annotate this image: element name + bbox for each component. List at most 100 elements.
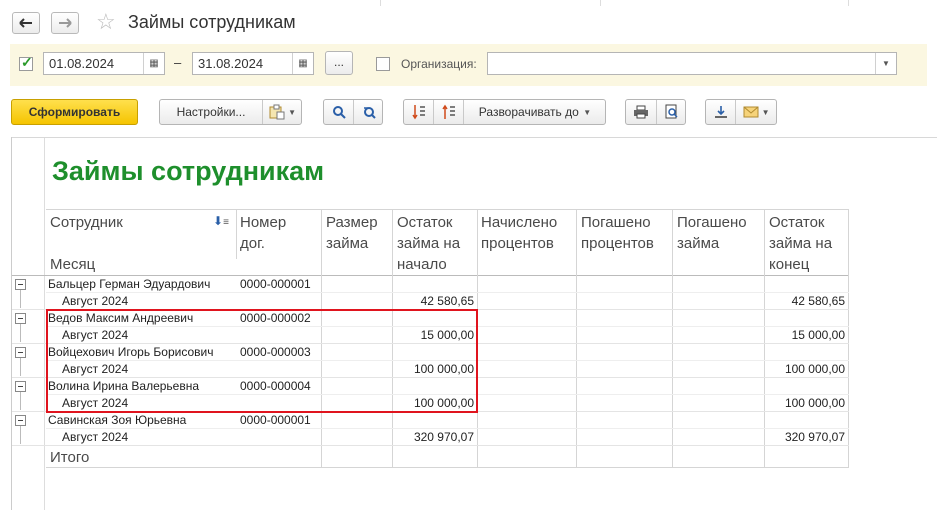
report-border [11,137,12,510]
organization-checkbox[interactable] [376,57,390,71]
sort-icon[interactable]: ⬇≡ [213,214,229,228]
window-title: Займы сотрудникам [128,12,296,32]
header-balance-end-line1: Остаток [769,214,825,231]
highlight-box [46,309,478,413]
expand-to-button[interactable]: Разворачивать до ▼ [464,100,606,124]
tree-line [20,426,21,444]
dropdown-icon[interactable]: ▼ [875,53,896,74]
header-balance-start-line2: займа на [397,235,461,252]
print-preview-icon [665,104,678,119]
back-button[interactable] [12,12,40,34]
grouping-button-group: Разворачивать до ▼ [403,99,606,125]
header-contract-line1: Номер [240,214,287,231]
favorite-star-icon[interactable]: ☆ [96,9,116,35]
save-button[interactable] [706,100,735,124]
group-toggle[interactable] [15,415,26,426]
divider [380,0,381,6]
header-interest-paid: Погашено процентов [581,212,654,254]
calendar-icon[interactable]: ▦ [292,53,313,74]
forward-button[interactable] [51,12,79,34]
date-from-field[interactable]: 01.08.2024 ▦ [43,52,165,75]
balance-end: 100 000,00 [784,396,845,410]
row-line [46,428,849,429]
search-next-icon [363,107,376,119]
settings-button[interactable]: Настройки... [160,100,262,124]
search-button-group [323,99,383,125]
date-to-field[interactable]: 31.08.2024 ▦ [192,52,314,75]
header-balance-end-line2: займа на [769,235,833,252]
period-dash: – [174,55,182,70]
balance-end: 42 580,65 [791,294,845,308]
collapse-all-button[interactable] [404,100,433,124]
contract-number: 0000-000001 [240,277,311,291]
header-month: Месяц [50,256,96,273]
organization-label: Организация: [401,57,477,71]
header-interest-line2: процентов [481,235,554,252]
balance-end: 100 000,00 [784,362,845,376]
header-balance-start-line3: начало [397,256,447,273]
print-button-group [625,99,686,125]
chevron-down-icon: ▼ [285,107,297,117]
find-next-button[interactable] [354,100,383,124]
arrow-left-icon [19,18,32,28]
header-balance-start-line1: Остаток [397,214,453,231]
row-line [12,445,849,446]
header-loan-paid-line2: займа [677,235,720,252]
header-loan-line2: займа [326,235,369,252]
divider [848,0,849,6]
month-label: Август 2024 [62,294,129,308]
generate-button[interactable]: Сформировать [11,99,138,125]
preview-button[interactable] [657,100,686,124]
report-title: Займы сотрудникам [52,156,325,186]
balance-end: 15 000,00 [791,328,845,342]
chevron-down-icon: ▼ [759,107,770,117]
arrow-right-icon [59,18,72,28]
printer-icon [634,105,648,119]
tree-line [20,358,21,376]
header-interest-accrued: Начислено процентов [481,212,557,254]
settings-label: Настройки... [176,105,246,119]
find-button[interactable] [324,100,353,124]
report-group-column [44,138,45,510]
organization-field[interactable]: ▼ [487,52,897,75]
group-toggle[interactable] [15,313,26,324]
tree-line [20,324,21,342]
column-line [236,209,237,259]
balance-start: 320 970,07 [413,430,474,444]
header-employee: Сотрудник [50,214,123,231]
chevron-down-icon: ▼ [578,107,592,117]
export-button-group: ▼ [705,99,777,125]
balance-end: 320 970,07 [784,430,845,444]
row-line [46,292,849,293]
send-email-button[interactable]: ▼ [736,100,777,124]
period-select-button[interactable]: ... [325,51,353,75]
calendar-icon[interactable]: ▦ [143,53,164,74]
contract-number: 0000-000001 [240,413,311,427]
employee-name: Савинская Зоя Юрьевна [48,413,187,427]
group-toggle[interactable] [15,381,26,392]
divider [600,0,601,6]
group-toggle[interactable] [15,347,26,358]
report-variant-icon [269,104,285,120]
expand-all-button[interactable] [434,100,463,124]
tree-line [20,290,21,308]
header-balance-end: Остаток займа на конец [769,212,832,275]
group-toggle[interactable] [15,279,26,290]
header-balance-start: Остаток займа на начало [397,212,460,275]
total-label: Итого [50,449,90,466]
period-checkbox[interactable]: ✓ [19,54,33,71]
employee-name: Бальцер Герман Эдуардович [48,277,211,291]
expand-to-label: Разворачивать до [478,105,579,119]
report-border [11,137,937,138]
header-contract-line2: дог. [240,235,265,252]
print-button[interactable] [626,100,656,124]
date-to-value: 31.08.2024 [198,56,264,71]
envelope-icon [743,106,759,118]
header-loan-paid-line1: Погашено [677,214,747,231]
header-balance-end-line3: конец [769,256,810,273]
balance-start: 42 580,65 [420,294,474,308]
month-label: Август 2024 [62,430,129,444]
header-loan-line1: Размер [326,214,378,231]
settings-button-group: Настройки... ▼ [159,99,302,125]
variant-select-button[interactable]: ▼ [263,100,301,124]
